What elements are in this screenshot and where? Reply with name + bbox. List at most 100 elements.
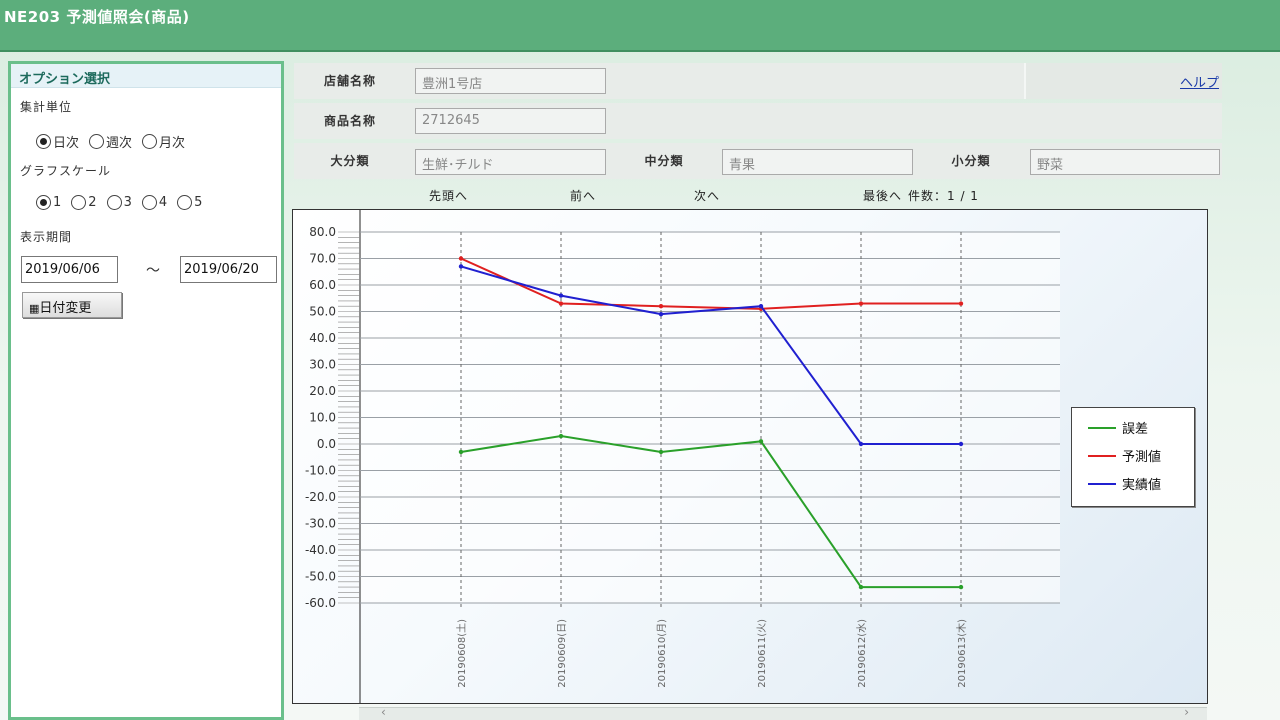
y-tick-label: -50.0 (305, 570, 336, 584)
scale-option-5[interactable]: 5 (177, 195, 202, 210)
scale-option-label: 3 (123, 195, 132, 210)
scale-option-label: 4 (158, 195, 168, 210)
aggregation-option-label: 週次 (106, 136, 133, 151)
calendar-icon: ▦ (29, 302, 40, 315)
series-3-point (958, 441, 964, 447)
scale-option-2[interactable]: 2 (71, 195, 97, 210)
y-tick-label: 60.0 (309, 278, 336, 292)
major-category-label: 大分類 (294, 145, 406, 177)
x-tick-label: 20190612(水) (856, 619, 868, 688)
series-1-point (758, 439, 764, 444)
x-tick-label: 20190613(木) (956, 619, 968, 688)
window-title: NE203 予測値照会(商品) (4, 8, 190, 26)
nav-next-link[interactable]: 次へ (694, 187, 720, 204)
x-tick-label: 20190608(土) (455, 619, 468, 688)
series-1-point (858, 584, 864, 590)
legend-item: 誤差 (1088, 418, 1148, 437)
series-2-point (558, 301, 564, 306)
change-date-button[interactable]: ▦日付変更 (22, 292, 122, 318)
scale-radio-1[interactable] (36, 195, 51, 210)
date-from-input[interactable]: 2019/06/06 (21, 256, 118, 283)
legend-item: 予測値 (1088, 446, 1161, 465)
help-link[interactable]: ヘルプ (1180, 72, 1219, 91)
date-range-tilde: ～ (146, 263, 160, 279)
legend-swatch (1088, 454, 1116, 457)
series-3-point (458, 264, 464, 269)
nav-first-link[interactable]: 先頭へ (429, 187, 468, 204)
scroll-left-icon[interactable]: ‹ (381, 705, 386, 719)
major-category-field: 生鮮･チルド (415, 149, 606, 175)
change-date-label: 日付変更 (39, 301, 92, 316)
series-2-point (958, 301, 964, 306)
legend-item: 実績値 (1088, 474, 1161, 493)
minor-category-field: 野菜 (1030, 149, 1220, 175)
series-1-point (958, 584, 964, 590)
series-2-point (658, 304, 664, 309)
y-tick-label: 80.0 (309, 225, 336, 239)
legend-label: 実績値 (1122, 478, 1162, 493)
aggregation-option-2[interactable]: 週次 (89, 132, 132, 151)
scale-option-label: 5 (194, 195, 203, 210)
aggregation-option-label: 月次 (159, 136, 186, 151)
scale-option-1[interactable]: 1 (36, 195, 61, 210)
y-tick-label: -20.0 (305, 490, 336, 504)
date-to-input[interactable]: 2019/06/20 (180, 256, 277, 283)
series-2-point (458, 256, 464, 261)
legend-swatch (1088, 482, 1116, 485)
options-panel: オプション選択 集計単位 日次 週次 月次 グラフスケール 1 2 3 4 5 表示期間 2… (8, 61, 284, 720)
horizontal-scrollbar[interactable]: ‹ › (359, 705, 1207, 720)
series-3-point (658, 311, 664, 317)
y-tick-label: 50.0 (309, 305, 336, 319)
series-1-point (658, 449, 664, 455)
middle-category-field: 青果 (722, 149, 913, 175)
x-tick-label: 20190609(日) (557, 619, 568, 688)
scale-option-4[interactable]: 4 (141, 195, 168, 210)
series-3-point (858, 441, 864, 447)
aggregation-radio-2[interactable] (89, 134, 105, 149)
y-tick-label: 30.0 (309, 358, 336, 372)
y-tick-label: 70.0 (309, 252, 336, 266)
middle-category-label: 中分類 (612, 145, 716, 177)
options-header: オプション選択 (11, 64, 281, 88)
aggregation-radio-group: 日次 週次 月次 (36, 132, 191, 151)
scale-radio-5[interactable] (177, 195, 193, 210)
nav-prev-link[interactable]: 前へ (570, 187, 596, 204)
graph-scale-label: グラフスケール (20, 164, 112, 178)
series-1-point (558, 433, 564, 439)
store-field: 豊洲1号店 (415, 68, 606, 94)
scale-option-3[interactable]: 3 (106, 195, 132, 210)
period-label: 表示期間 (20, 230, 73, 244)
scale-radio-4[interactable] (141, 195, 157, 210)
y-tick-label: -10.0 (305, 464, 336, 478)
x-tick-label: 20190611(火) (756, 619, 768, 688)
x-tick-label: 20190610(月) (656, 619, 668, 688)
scale-radio-3[interactable] (106, 195, 122, 210)
chart-legend: 誤差予測値実績値 (1071, 407, 1195, 507)
y-tick-label: -40.0 (305, 543, 336, 557)
minor-category-label: 小分類 (918, 145, 1024, 177)
graph-scale-radio-group: 1 2 3 4 5 (36, 195, 208, 210)
series-1-point (458, 449, 464, 455)
y-tick-label: 40.0 (309, 331, 336, 345)
aggregation-option-label: 日次 (53, 136, 80, 151)
line-chart: 80.0 70.0 60.0 50.0 40.0 30.0 20.0 10.0 0.0 -10.0… (305, 210, 1060, 703)
title-bar: NE203 予測値照会(商品) (0, 0, 1280, 52)
aggregation-label: 集計単位 (20, 100, 73, 114)
legend-label: 予測値 (1122, 450, 1162, 465)
y-tick-label: 20.0 (309, 384, 336, 398)
aggregation-option-1[interactable]: 日次 (36, 132, 79, 151)
aggregation-radio-1[interactable] (36, 134, 51, 149)
scale-radio-2[interactable] (71, 195, 87, 210)
series-3-point (758, 304, 764, 309)
aggregation-radio-3[interactable] (142, 134, 158, 149)
scale-option-label: 1 (53, 195, 62, 210)
nav-last-link[interactable]: 最後へ (863, 187, 902, 204)
y-tick-label: 0.0 (317, 437, 336, 451)
record-count: 件数：1 / 1 (908, 189, 979, 203)
aggregation-option-3[interactable]: 月次 (142, 132, 185, 151)
scroll-right-icon[interactable]: › (1184, 705, 1189, 719)
y-tick-label: -30.0 (305, 517, 336, 531)
y-tick-label: -60.0 (305, 596, 336, 610)
scale-option-label: 2 (88, 195, 97, 210)
store-label: 店舗名称 (294, 65, 406, 97)
